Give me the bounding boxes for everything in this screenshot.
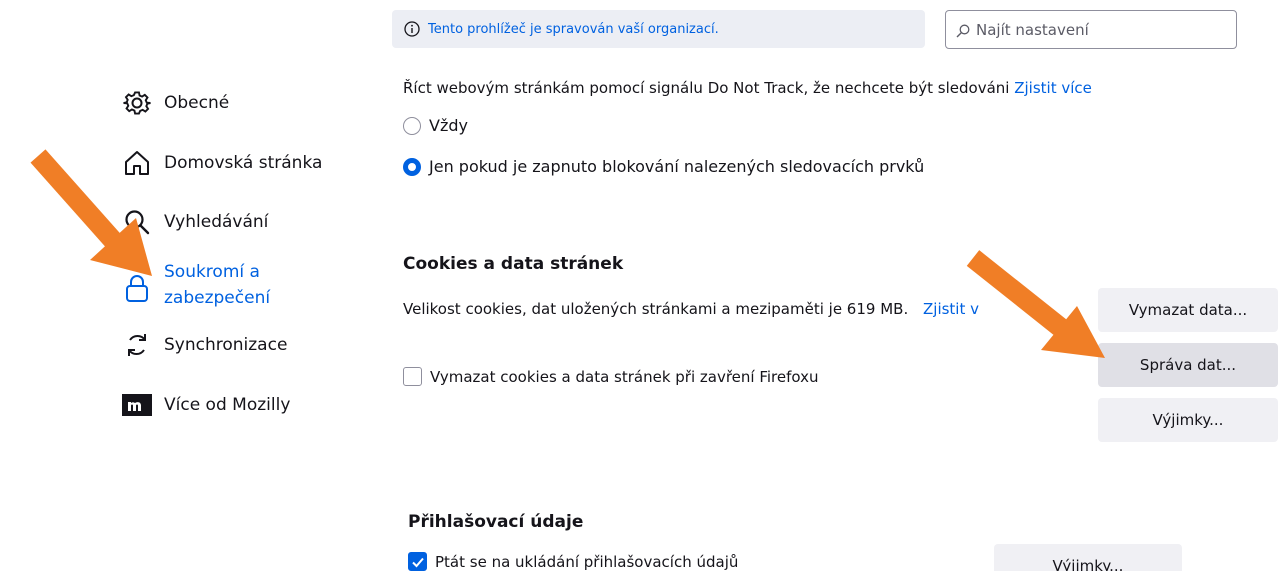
- checkmark-icon: [411, 557, 424, 567]
- organization-policy-banner[interactable]: Tento prohlížeč je spravován vaší organi…: [392, 10, 925, 48]
- radio-button[interactable]: [403, 116, 421, 135]
- radio-option-always[interactable]: Vždy: [403, 116, 468, 135]
- ask-save-logins-option[interactable]: Ptát se na ukládání přihlašovacích údajů: [408, 552, 738, 571]
- sidebar-item-label: Synchronizace: [164, 335, 288, 355]
- logins-section-title: Přihlašovací údaje: [408, 512, 584, 532]
- sidebar-item-label: Soukromí a: [164, 262, 260, 282]
- cookie-exceptions-button[interactable]: Výjimky...: [1098, 398, 1278, 442]
- sidebar-item-label: Vyhledávání: [164, 212, 269, 232]
- search-box[interactable]: [945, 10, 1237, 49]
- cookies-description: Velikost cookies, dat uložených stránkam…: [403, 300, 979, 318]
- sidebar-item-more-from-mozilla[interactable]: Více od Mozilly: [122, 390, 290, 420]
- radio-label: Jen pokud je zapnuto blokování nalezenýc…: [429, 157, 925, 176]
- clear-data-button[interactable]: Vymazat data...: [1098, 288, 1278, 332]
- sidebar-item-label: Více od Mozilly: [164, 395, 291, 415]
- gear-icon: [122, 88, 152, 118]
- lock-icon: [122, 273, 152, 303]
- sidebar-item-label-group: Soukromí a zabezpečení: [164, 259, 270, 311]
- do-not-track-learn-more-link[interactable]: Zjistit více: [1014, 79, 1092, 96]
- cookies-size-text: Velikost cookies, dat uložených stránkam…: [403, 300, 909, 318]
- do-not-track-description: Říct webovým stránkám pomocí signálu Do …: [403, 74, 1203, 96]
- info-icon: [404, 21, 420, 37]
- ask-save-logins-checkbox[interactable]: [408, 552, 427, 571]
- search-input[interactable]: [976, 20, 1226, 39]
- checkbox-label: Ptát se na ukládání přihlašovacích údajů: [435, 552, 739, 571]
- mozilla-m-icon: [122, 390, 152, 420]
- clear-on-close-option[interactable]: Vymazat cookies a data stránek při zavře…: [403, 367, 819, 386]
- magnifier-icon: [122, 207, 152, 237]
- radio-option-only-when-blocking[interactable]: Jen pokud je zapnuto blokování nalezenýc…: [403, 157, 924, 176]
- radio-label: Vždy: [429, 116, 468, 135]
- sidebar-item-home[interactable]: Domovská stránka: [122, 148, 322, 178]
- cookies-section-title: Cookies a data stránek: [403, 254, 624, 274]
- checkbox-label: Vymazat cookies a data stránek při zavře…: [430, 367, 819, 386]
- preferences-page: Tento prohlížeč je spravován vaší organi…: [0, 0, 1278, 571]
- logins-exceptions-button[interactable]: Výjimky...: [994, 544, 1182, 571]
- orange-arrow-icon: [966, 250, 1105, 358]
- banner-text: Tento prohlížeč je spravován vaší organi…: [428, 21, 719, 37]
- sidebar-item-label: Obecné: [164, 93, 230, 113]
- cookies-learn-more-link[interactable]: Zjistit v: [923, 300, 979, 318]
- radio-button-checked[interactable]: [403, 157, 421, 176]
- sidebar-item-label: Domovská stránka: [164, 153, 323, 173]
- do-not-track-text: Říct webovým stránkám pomocí signálu Do …: [403, 79, 1010, 96]
- sidebar-item-label: zabezpečení: [164, 288, 271, 308]
- search-icon: [956, 23, 970, 37]
- sidebar-item-general[interactable]: Obecné: [122, 88, 229, 118]
- manage-data-button[interactable]: Správa dat...: [1098, 343, 1278, 387]
- home-icon: [122, 148, 152, 178]
- sync-icon: [122, 330, 152, 360]
- clear-on-close-checkbox[interactable]: [403, 367, 422, 386]
- sidebar-item-privacy[interactable]: Soukromí a zabezpečení: [122, 259, 270, 311]
- sidebar-item-search[interactable]: Vyhledávání: [122, 207, 268, 237]
- sidebar-item-sync[interactable]: Synchronizace: [122, 330, 287, 360]
